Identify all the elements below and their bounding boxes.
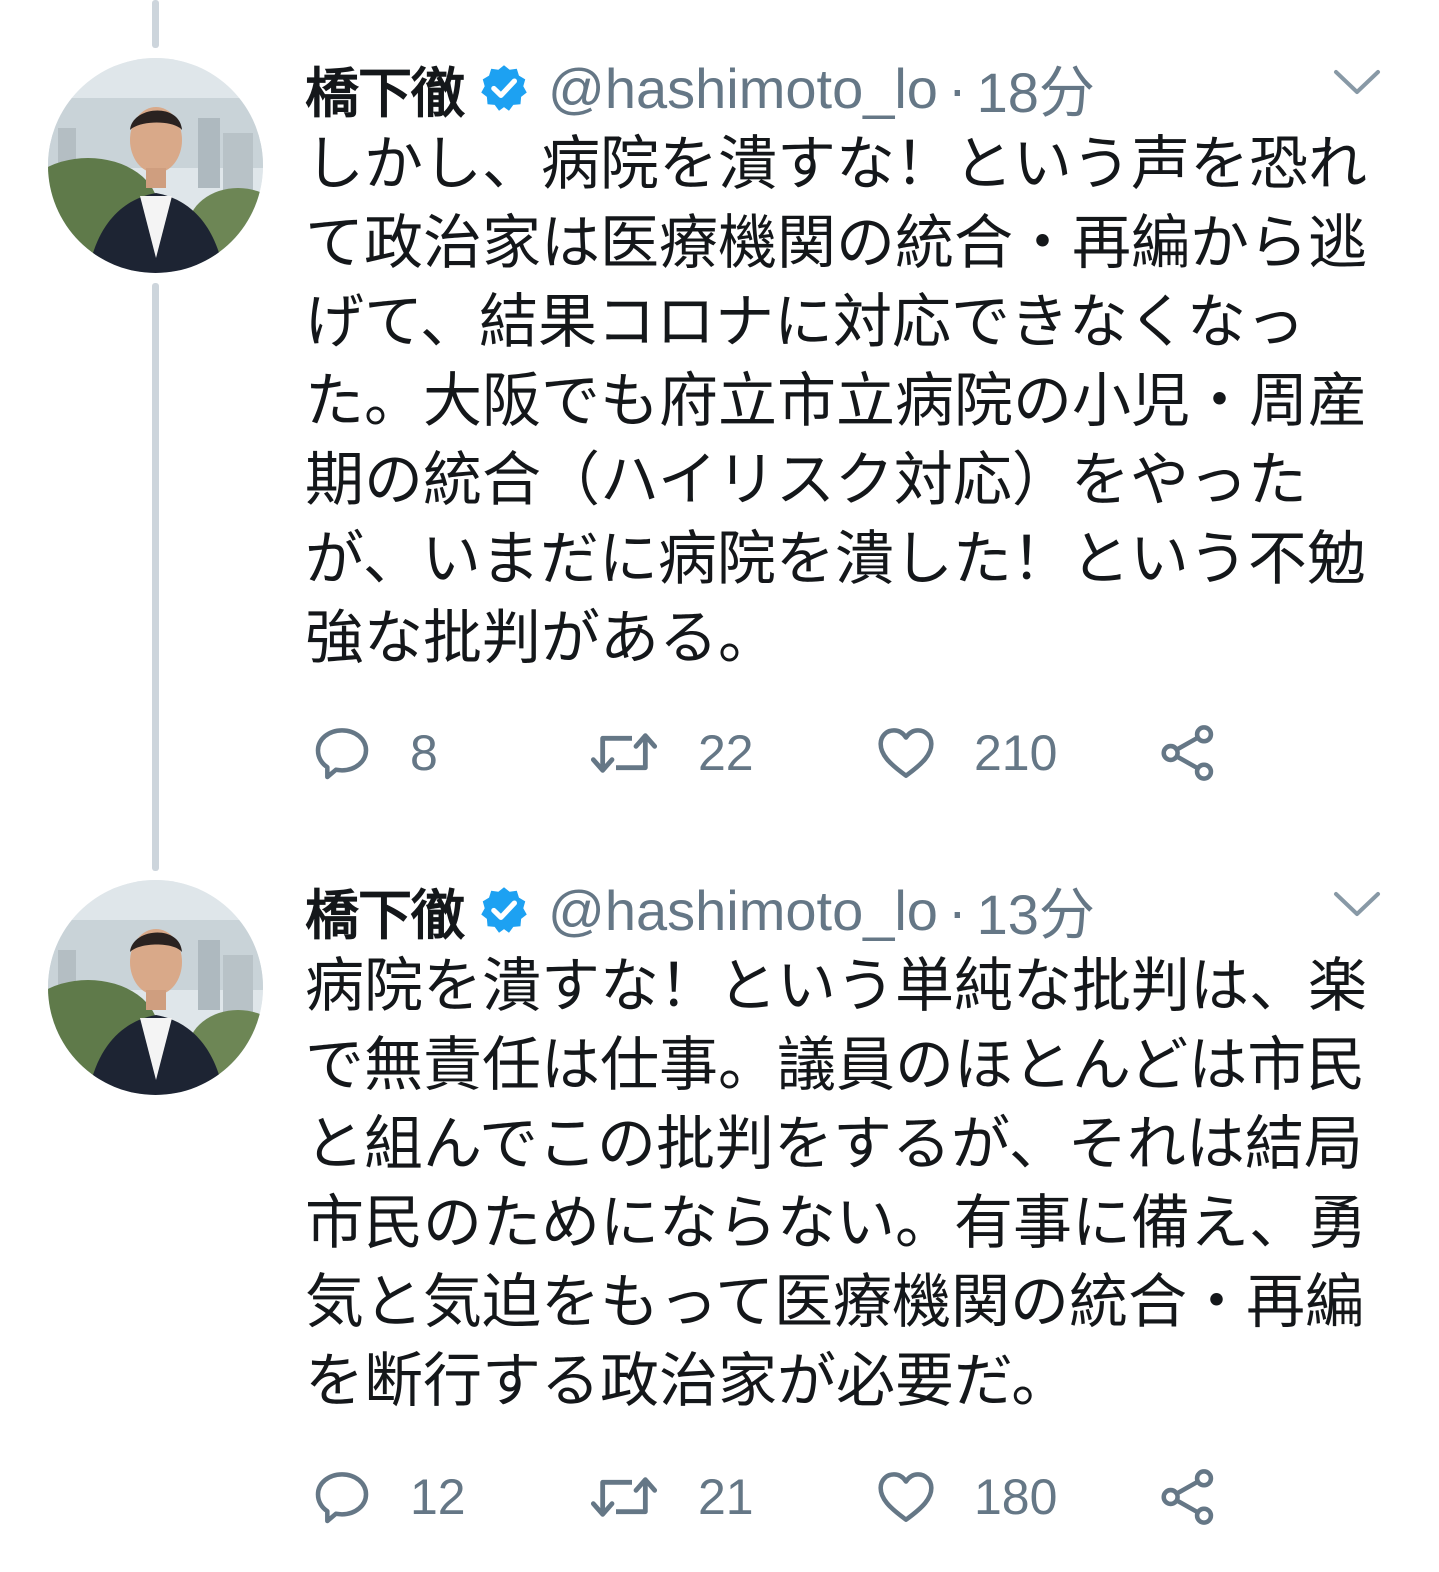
separator-dot: · [947, 878, 967, 942]
chevron-down-icon[interactable] [1332, 68, 1382, 98]
reply-icon [315, 1472, 369, 1524]
avatar[interactable] [48, 58, 263, 273]
reply-button[interactable]: 12 [310, 1462, 466, 1532]
heart-icon [878, 1472, 934, 1522]
tweet-actions: 12 21 180 [310, 1462, 1260, 1532]
retweet-button[interactable]: 21 [586, 1462, 754, 1532]
retweet-count: 22 [698, 725, 754, 781]
tweet-actions: 8 22 210 [310, 718, 1260, 788]
tweet-header: 橋下徹 @hashimoto_lo · 18分 [305, 52, 1095, 125]
reply-count: 12 [410, 1469, 466, 1525]
thread-line-middle [152, 283, 159, 871]
reply-count: 8 [410, 725, 438, 781]
author-name[interactable]: 橋下徹 [305, 871, 465, 950]
tweet-timestamp[interactable]: 13分 [977, 870, 1095, 951]
tweet-text: 病院を潰すな！という単純な批判は、楽で無責任は仕事。議員のほとんどは市民と組んで… [305, 951, 1368, 1415]
author-handle[interactable]: @hashimoto_lo [548, 878, 938, 943]
like-button[interactable]: 180 [874, 1462, 1057, 1532]
retweet-icon [590, 1477, 658, 1517]
share-icon [1161, 1469, 1214, 1525]
separator-dot: · [947, 56, 967, 120]
thread-line-top [152, 0, 159, 48]
verified-badge-icon [481, 887, 527, 933]
avatar-photo [48, 880, 263, 1095]
like-count: 180 [974, 1469, 1058, 1525]
tweet-header: 橋下徹 @hashimoto_lo · 13分 [305, 874, 1095, 947]
retweet-button[interactable]: 22 [586, 718, 754, 788]
reply-icon [315, 728, 369, 780]
avatar-photo [48, 58, 263, 273]
like-button[interactable]: 210 [874, 718, 1057, 788]
tweet-timestamp[interactable]: 18分 [977, 48, 1095, 129]
avatar[interactable] [48, 880, 263, 1095]
reply-button[interactable]: 8 [310, 718, 438, 788]
retweet-count: 21 [698, 1469, 754, 1525]
verified-badge-icon [481, 65, 527, 111]
share-button[interactable] [1156, 1462, 1220, 1532]
share-button[interactable] [1156, 718, 1220, 788]
tweet-text: しかし、病院を潰すな！という声を恐れて政治家は医療機関の統合・再編から逃げて、結… [305, 129, 1368, 672]
chevron-down-icon[interactable] [1332, 890, 1382, 920]
author-name[interactable]: 橋下徹 [305, 49, 465, 128]
retweet-icon [590, 733, 658, 773]
share-icon [1161, 725, 1214, 781]
like-count: 210 [974, 725, 1058, 781]
author-handle[interactable]: @hashimoto_lo [548, 56, 938, 121]
heart-icon [878, 728, 934, 778]
